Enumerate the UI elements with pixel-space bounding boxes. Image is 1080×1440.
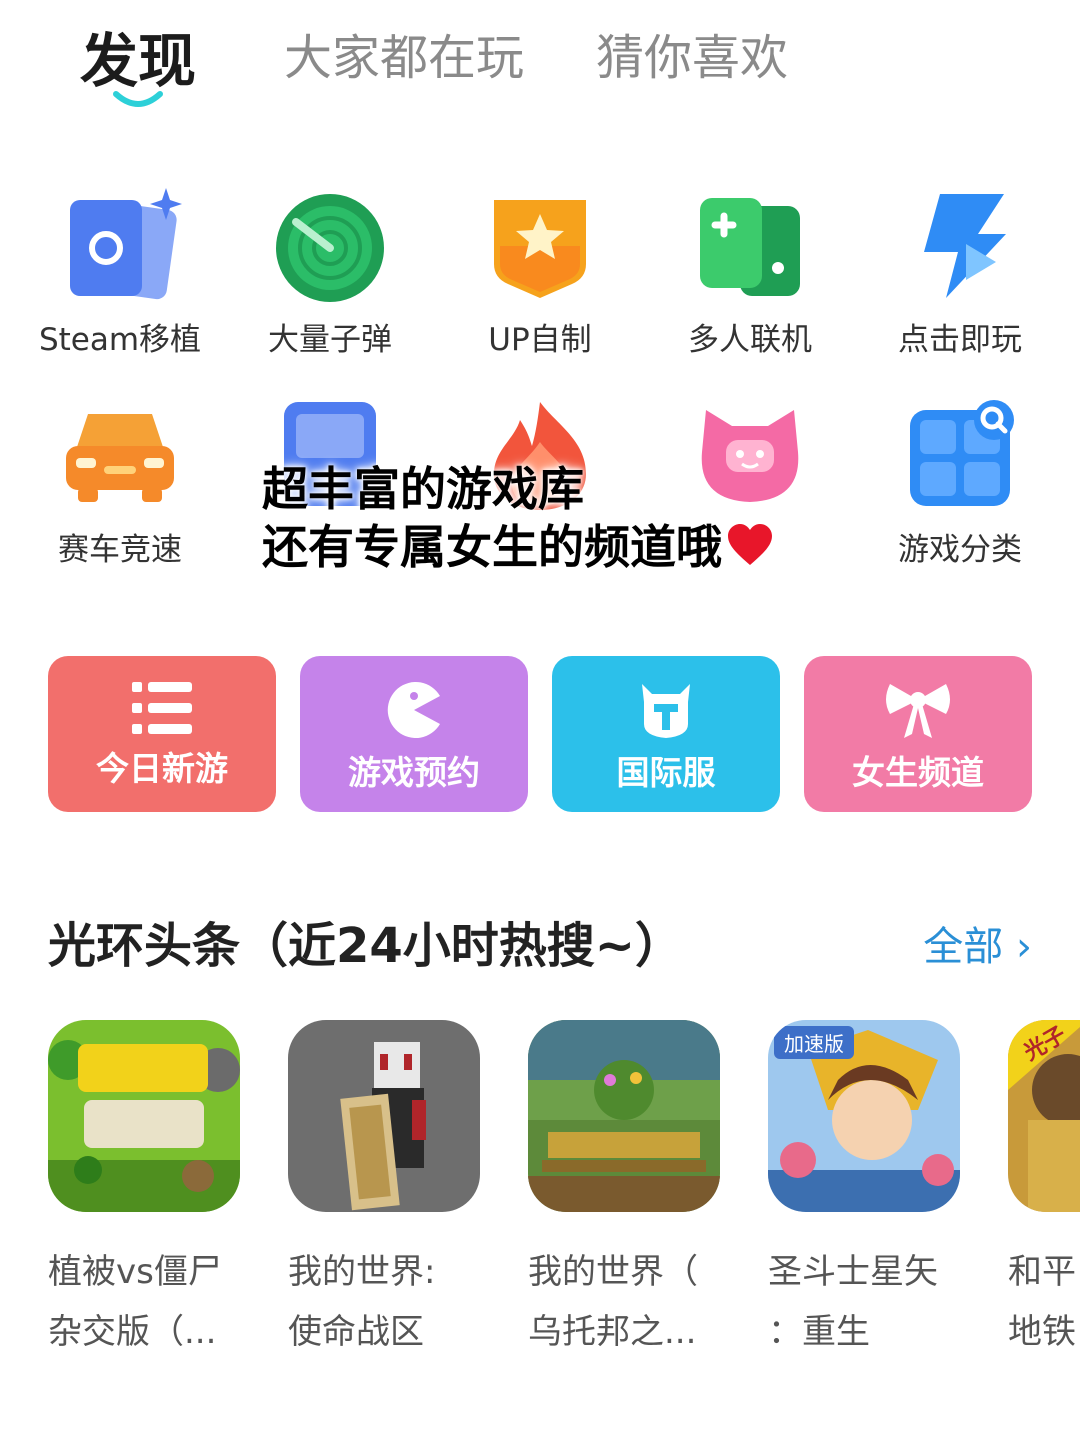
steam-cards-icon: [70, 188, 182, 300]
heart-icon: [728, 524, 772, 565]
view-all-link[interactable]: 全部 ›: [923, 914, 1032, 972]
category-instant-play[interactable]: 点击即玩: [855, 186, 1065, 359]
category-bullet-hell[interactable]: 大量子弹: [225, 186, 435, 359]
caption-line-2: 还有专属女生的频道哦: [262, 518, 774, 576]
international-server-button[interactable]: 国际服: [552, 656, 780, 812]
speed-badge: 加速版: [774, 1026, 854, 1059]
girls-channel-button[interactable]: 女生频道: [804, 656, 1032, 812]
game-title-line-2: 使命战区: [288, 1312, 424, 1352]
category-racing[interactable]: 赛车竞速: [15, 396, 225, 569]
game-title: 和平 地铁: [1008, 1242, 1080, 1362]
game-card[interactable]: 植被vs僵尸 杂交版（...: [48, 1020, 240, 1362]
game-thumbnail: 加速版: [768, 1020, 960, 1212]
category-label: 多人联机: [688, 322, 812, 358]
bow-icon: [886, 684, 950, 738]
category-grid-icon: [910, 400, 1014, 506]
game-title-line-1: 圣斗士星矢: [768, 1252, 938, 1292]
game-thumbnail: [288, 1020, 480, 1212]
today-new-games-label: 今日新游: [96, 749, 228, 788]
helmet-icon: [642, 684, 690, 738]
category-multiplayer[interactable]: 多人联机: [645, 186, 855, 359]
category-label: UP自制: [488, 322, 592, 358]
category-steam-port[interactable]: Steam移植: [15, 186, 225, 359]
list-icon: [132, 682, 192, 734]
game-thumbnail: 光子: [1008, 1020, 1080, 1212]
tab-everyone-playing[interactable]: 大家都在玩: [284, 18, 524, 88]
game-card[interactable]: 我的世界: 使命战区: [288, 1020, 480, 1362]
game-card[interactable]: 光子 和平 地铁: [1008, 1020, 1080, 1362]
overlay-caption: 超丰富的游戏库 还有专属女生的频道哦: [262, 460, 774, 576]
game-title-line-2: ：重生: [768, 1312, 870, 1352]
pacman-icon: [387, 682, 440, 738]
game-title: 圣斗士星矢 ：重生: [768, 1242, 960, 1362]
tab-guess-you-like[interactable]: 猜你喜欢: [596, 18, 788, 88]
caption-line-1: 超丰富的游戏库: [262, 462, 584, 516]
category-label: Steam移植: [38, 322, 202, 358]
game-thumbnail: [528, 1020, 720, 1212]
game-title-line-1: 我的世界:: [288, 1252, 436, 1292]
chevron-right-icon: ›: [1016, 924, 1032, 970]
game-title-line-2: 杂交版（...: [48, 1312, 217, 1352]
pvz-cover-art: [48, 1020, 240, 1212]
section-title: 光环头条（近24小时热搜~）: [48, 918, 684, 974]
international-server-label: 国际服: [616, 753, 716, 792]
category-label: 点击即玩: [898, 322, 1022, 358]
tab-active-indicator: [113, 91, 163, 107]
game-reservation-label: 游戏预约: [348, 753, 480, 792]
girls-channel-label: 女生频道: [852, 753, 984, 792]
game-title: 植被vs僵尸 杂交版（...: [48, 1242, 240, 1362]
utopian-journey-cover-art: [528, 1020, 720, 1212]
category-label: 大量子弹: [268, 322, 392, 358]
caption-line-2-text: 还有专属女生的频道哦: [262, 520, 722, 574]
game-thumbnail: [48, 1020, 240, 1212]
game-title-line-1: 和平: [1008, 1252, 1076, 1292]
game-card[interactable]: 加速版 圣斗士星矢 ：重生: [768, 1020, 960, 1362]
star-badge-icon: [494, 200, 586, 298]
game-title: 我的世界（ 乌托邦之...: [528, 1242, 720, 1362]
game-reservation-button[interactable]: 游戏预约: [300, 656, 528, 812]
category-game-types[interactable]: 游戏分类: [855, 396, 1065, 569]
game-card[interactable]: 我的世界（ 乌托邦之...: [528, 1020, 720, 1362]
car-icon: [66, 414, 174, 502]
radar-icon: [276, 194, 384, 302]
category-label: 赛车竞速: [58, 532, 182, 568]
gamepad-icon: [700, 198, 800, 296]
game-title-line-1: 我的世界（: [528, 1252, 698, 1292]
view-all-label: 全部: [923, 924, 1004, 970]
top-tabs: 发现 大家都在玩 猜你喜欢: [0, 0, 1080, 130]
game-title-line-2: 地铁: [1008, 1312, 1076, 1352]
lightning-play-icon: [924, 194, 1006, 298]
category-label: 游戏分类: [898, 532, 1022, 568]
game-title-line-1: 植被vs僵尸: [48, 1252, 222, 1292]
tab-discover[interactable]: 发现: [80, 14, 196, 98]
today-new-games-button[interactable]: 今日新游: [48, 656, 276, 812]
category-up-made[interactable]: UP自制: [435, 186, 645, 359]
minecraft-warzone-cover-art: [288, 1020, 480, 1212]
game-title-line-2: 乌托邦之...: [528, 1312, 697, 1352]
game-title: 我的世界: 使命战区: [288, 1242, 480, 1362]
